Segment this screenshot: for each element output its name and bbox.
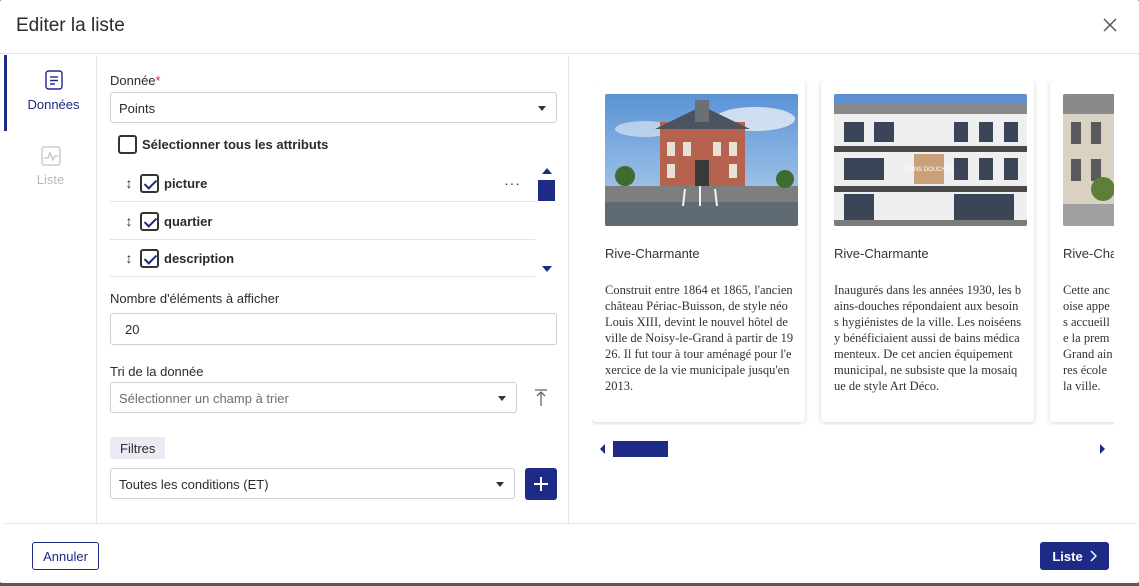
carousel-scrollbar[interactable] [613, 441, 668, 457]
sort-ascending-icon[interactable] [533, 388, 549, 408]
sort-label: Tri de la donnée [110, 364, 204, 379]
nav-item-label: Données [27, 97, 80, 112]
nav-item-donnees[interactable]: Données [4, 55, 97, 131]
select-all-attributes[interactable]: Sélectionner tous les attributs [118, 135, 328, 154]
attribute-checkbox[interactable] [140, 211, 159, 231]
more-options-icon[interactable]: ··· [504, 175, 521, 191]
card-place: Rive-Cha [1063, 246, 1114, 261]
nav-item-liste[interactable]: Liste [4, 131, 97, 207]
edit-list-dialog: Editer la liste Données Liste Donnée* Po… [0, 0, 1139, 583]
card-description-line: res école [1063, 363, 1108, 377]
scroll-right-arrow-icon[interactable] [1100, 444, 1105, 454]
bains-douches-photo: BAINS DOUCHES [834, 94, 1027, 226]
attribute-checkbox[interactable] [140, 248, 159, 268]
attribute-name: picture [164, 175, 208, 191]
card-place: Rive-Charmante [605, 246, 700, 261]
scroll-up-arrow-icon[interactable] [542, 168, 552, 174]
card-description-line: e la prem [1063, 331, 1110, 345]
attribute-name: description [164, 250, 235, 266]
cards-carousel: Rive-Charmante Construit entre 1864 et 1… [592, 80, 1114, 425]
data-source-value: Points [119, 101, 156, 116]
card-description-line: s accueill [1063, 315, 1110, 329]
villa-photo [1063, 94, 1114, 226]
chart-icon [41, 146, 61, 166]
count-input[interactable]: 20 [110, 313, 557, 345]
next-button[interactable]: Liste [1040, 542, 1109, 570]
data-source-label-text: Donnée [110, 73, 156, 88]
sort-field-select[interactable]: Sélectionner un champ à trier [110, 382, 517, 413]
next-button-label: Liste [1052, 548, 1083, 564]
attribute-list: ↕ picture ··· ↕ quartier ↕ description [110, 165, 535, 277]
chateau-photo [605, 94, 798, 226]
filter-mode-value: Toutes les conditions (ET) [119, 477, 269, 492]
card-description-line: Grand ain [1063, 347, 1113, 361]
filters-tag: Filtres [110, 437, 166, 459]
attribute-checkbox[interactable] [140, 173, 159, 193]
data-source-label: Donnée* [110, 73, 161, 88]
bains-douches-sign-text: BAINS DOUCHES [904, 167, 954, 173]
nav-item-label: Liste [36, 172, 65, 187]
required-mark: * [155, 73, 161, 88]
sort-field-placeholder: Sélectionner un champ à trier [119, 391, 289, 406]
card-description: Construit entre 1864 et 1865, l'ancien c… [605, 283, 794, 393]
card-description: Cette anc oise appe s accueill e la prem… [1063, 282, 1114, 394]
dialog-header: Editer la liste [0, 0, 1139, 54]
count-label: Nombre d'éléments à afficher [110, 291, 280, 306]
close-icon[interactable] [1099, 14, 1121, 36]
card-description-line: oise appe [1063, 299, 1110, 313]
card-place: Rive-Charmante [834, 246, 929, 261]
cancel-button[interactable]: Annuler [32, 542, 99, 570]
dialog-footer: Annuler Liste [5, 523, 1137, 583]
drag-handle-icon[interactable]: ↕ [121, 213, 137, 229]
attribute-name: quartier [164, 213, 213, 229]
select-all-label: Sélectionner tous les attributs [142, 137, 329, 152]
card-description-line: la ville. [1063, 379, 1101, 393]
dialog-title: Editer la liste [16, 15, 125, 36]
filter-mode-select[interactable]: Toutes les conditions (ET) [110, 468, 515, 499]
add-filter-button[interactable] [525, 468, 557, 500]
preview-card[interactable]: Rive-Charmante Construit entre 1864 et 1… [592, 80, 805, 422]
chevron-down-icon [496, 482, 504, 487]
document-icon [45, 70, 63, 90]
attribute-list-scrollbar[interactable] [538, 180, 555, 201]
select-all-checkbox[interactable] [118, 135, 137, 154]
data-source-select[interactable]: Points [110, 92, 557, 123]
attribute-row: ↕ picture ··· [110, 165, 535, 202]
card-description-line: Cette anc [1063, 283, 1110, 297]
chevron-down-icon [538, 106, 546, 111]
attribute-row: ↕ description [110, 240, 535, 277]
chevron-down-icon [498, 396, 506, 401]
preview-card[interactable]: BAINS DOUCHES Rive-Charmante Inaugurés d… [821, 80, 1034, 422]
card-description: Inaugurés dans les années 1930, les bain… [834, 283, 1022, 393]
preview-card[interactable]: Rive-Cha Cette anc oise appe s accueill … [1050, 80, 1114, 422]
side-nav: Données Liste [4, 55, 97, 523]
chevron-right-icon [1090, 550, 1097, 562]
data-form: Donnée* Points Sélectionner tous les att… [97, 55, 569, 523]
drag-handle-icon[interactable]: ↕ [121, 250, 137, 266]
scroll-down-arrow-icon[interactable] [542, 266, 552, 272]
attribute-row: ↕ quartier [110, 203, 535, 240]
list-preview: Rive-Charmante Construit entre 1864 et 1… [570, 55, 1139, 523]
scroll-left-arrow-icon[interactable] [600, 444, 605, 454]
drag-handle-icon[interactable]: ↕ [121, 175, 137, 191]
